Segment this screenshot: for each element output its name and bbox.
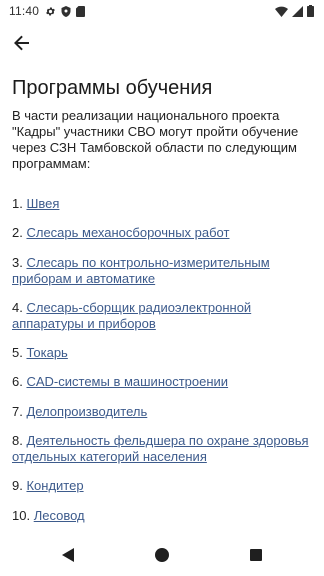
intro-text: В части реализации национального проекта… [12,108,299,171]
back-triangle-icon [62,547,74,567]
item-number: 4. [12,299,23,315]
program-link[interactable]: Слесарь-сборщик радиоэлектронной аппарат… [12,300,251,331]
gear-icon [45,6,56,17]
battery-icon [307,5,314,17]
system-nav-bar [0,536,324,576]
item-number: 1. [12,196,23,211]
list-item: 6. CAD-системы в машиностроении [12,374,314,390]
list-item: 9. Кондитер [12,478,314,494]
sd-card-icon [76,5,86,17]
list-item: 7. Делопроизводитель [12,404,314,420]
program-link[interactable]: Деятельность фельдшера по охране здоровь… [12,433,309,464]
nav-home-button[interactable] [154,547,170,567]
app-bar [0,22,324,66]
list-item: 1. Швея [12,196,314,212]
list-item: 4. Слесарь-сборщик радиоэлектронной аппа… [12,300,314,332]
item-number: 7. [12,403,23,419]
main-content: Программы обучения В части реализации на… [12,74,314,536]
page-title: Программы обучения [12,77,213,99]
program-link[interactable]: CAD-системы в машиностроении [26,374,228,389]
list-item: 5. Токарь [12,345,314,361]
item-number: 5. [12,345,23,361]
program-link[interactable]: Слесарь механосборочных работ [26,225,229,240]
item-number: 2. [12,225,23,241]
list-item: 8. Деятельность фельдшера по охране здор… [12,433,314,465]
status-right [275,5,314,17]
program-link[interactable]: Швея [26,196,59,211]
wifi-icon [275,6,288,17]
status-left: 11:40 [9,4,86,18]
item-number: 6. [12,374,23,390]
status-bar: 11:40 [0,0,324,22]
list-item: 3. Слесарь по контрольно-измерительным п… [12,255,314,287]
program-link[interactable]: Лесовод [34,508,85,523]
item-number: 8. [12,433,23,449]
program-link[interactable]: Слесарь по контрольно-измерительным приб… [12,255,270,286]
item-number: 10. [12,507,31,523]
status-time: 11:40 [9,4,40,18]
list-item: 10. Лесовод [12,508,314,524]
home-circle-icon [155,547,169,567]
program-link[interactable]: Токарь [26,345,67,360]
item-number: 3. [12,254,23,270]
back-button[interactable] [6,30,38,60]
arrow-left-icon [14,35,30,56]
shield-icon [61,5,71,17]
list-item: 2. Слесарь механосборочных работ [12,225,314,241]
nav-back-button[interactable] [60,547,76,567]
program-link[interactable]: Кондитер [26,478,83,493]
program-link[interactable]: Делопроизводитель [26,404,147,419]
recents-square-icon [250,548,262,566]
status-icons-left [45,5,86,17]
item-number: 9. [12,478,23,494]
nav-recents-button[interactable] [248,549,264,565]
signal-icon [292,5,303,17]
program-list: 1. Швея 2. Слесарь механосборочных работ… [12,196,314,524]
